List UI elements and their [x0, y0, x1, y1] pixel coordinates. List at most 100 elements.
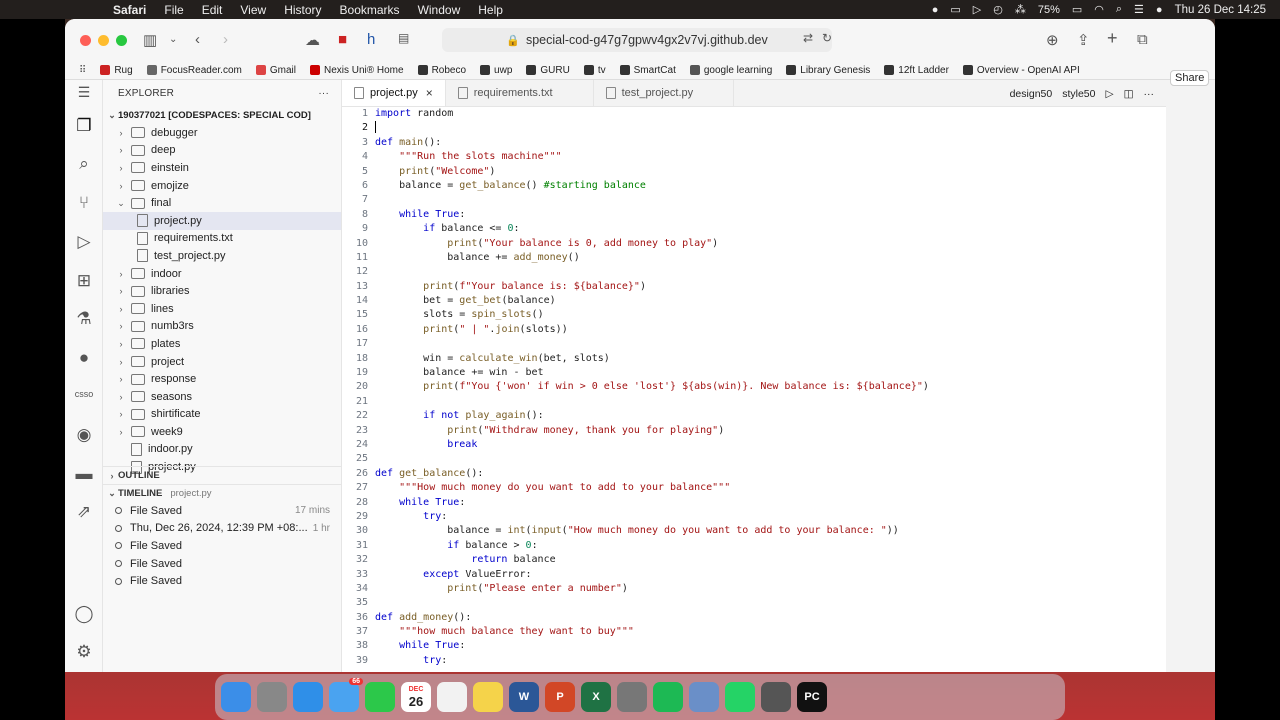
zoom-window-button[interactable]	[116, 34, 127, 46]
folder-item[interactable]: › shirtificate	[103, 406, 341, 424]
more-editor-actions-icon[interactable]: ···	[1144, 88, 1155, 100]
play-icon[interactable]: ▷	[973, 3, 981, 16]
code-line[interactable]: 25	[342, 452, 1166, 466]
code-line[interactable]: 35	[342, 596, 1166, 610]
dock-preview-icon[interactable]	[689, 682, 719, 712]
run-file-icon[interactable]: ▷	[1106, 88, 1114, 100]
dock-powerpoint-icon[interactable]: P	[545, 682, 575, 712]
dock-facetime-icon[interactable]	[365, 682, 395, 712]
testing-icon[interactable]: ⚗	[65, 309, 103, 329]
record-icon[interactable]: ●	[932, 4, 939, 16]
code-line[interactable]: 13 print(f"Your balance is: ${balance}")	[342, 280, 1166, 294]
dock-whatsapp-icon[interactable]	[725, 682, 755, 712]
dock-finder-icon[interactable]	[221, 682, 251, 712]
code-line[interactable]: 39 try:	[342, 654, 1166, 668]
settings-icon[interactable]: ⚙	[65, 642, 103, 662]
translate-icon[interactable]: ⇄	[803, 31, 813, 45]
code-line[interactable]: 21	[342, 395, 1166, 409]
folder-item[interactable]: ⌄ final	[103, 194, 341, 212]
code-line[interactable]: 4 """Run the slots machine"""	[342, 150, 1166, 164]
code-line[interactable]: 28 while True:	[342, 496, 1166, 510]
timeline-entry[interactable]: File Saved	[103, 572, 342, 590]
code-line[interactable]: 9 if balance <= 0:	[342, 222, 1166, 236]
search-icon[interactable]: ⌕	[65, 154, 103, 174]
csso-icon[interactable]: csso	[65, 389, 103, 399]
code-line[interactable]: 17	[342, 337, 1166, 351]
dock-iphone-mirroring-icon[interactable]	[761, 682, 791, 712]
timeline-entry[interactable]: File Saved	[103, 537, 342, 555]
split-editor-icon[interactable]: ◫	[1124, 88, 1134, 100]
file-item[interactable]: test_project.py	[103, 247, 341, 265]
share-button[interactable]: Share	[1170, 70, 1210, 86]
folder-item[interactable]: › debugger	[103, 124, 341, 142]
folder-item[interactable]: › project	[103, 353, 341, 371]
code-line[interactable]: 36 def add_money():	[342, 611, 1166, 625]
remote-icon[interactable]: ⇗	[65, 502, 103, 522]
folder-item[interactable]: › numb3rs	[103, 318, 341, 336]
design50-button[interactable]: design50	[1010, 88, 1053, 100]
menu-icon[interactable]: ☰	[65, 84, 103, 101]
grip-icon[interactable]: ⁂	[1015, 3, 1026, 16]
bookmarks-grid-icon[interactable]: ⠿	[79, 65, 86, 76]
bookmark-item[interactable]: Nexis Uni® Home	[309, 65, 404, 76]
menu-file[interactable]: File	[155, 3, 192, 17]
code-line[interactable]: 12	[342, 265, 1166, 279]
folder-item[interactable]: › seasons	[103, 388, 341, 406]
mendeley-icon[interactable]: ■	[338, 31, 347, 48]
code-line[interactable]: 16 print(" | ".join(slots))	[342, 323, 1166, 337]
code-line[interactable]: 24 break	[342, 438, 1166, 452]
battery-icon[interactable]: ▭	[1072, 3, 1082, 16]
control-center-icon[interactable]: ☰	[1134, 3, 1144, 16]
folder-item[interactable]: › plates	[103, 335, 341, 353]
timeline-entry[interactable]: File Saved 17 mins	[103, 502, 342, 520]
code-line[interactable]: 38 while True:	[342, 639, 1166, 653]
dock-settings-icon[interactable]	[617, 682, 647, 712]
bookmark-item[interactable]: SmartCat	[619, 65, 676, 76]
file-item[interactable]: indoor.py	[103, 441, 341, 459]
code-line[interactable]: 23 print("Withdraw money, thank you for …	[342, 424, 1166, 438]
style50-button[interactable]: style50	[1062, 88, 1095, 100]
bookmark-item[interactable]: FocusReader.com	[146, 65, 242, 76]
bookmark-item[interactable]: GURU	[526, 65, 570, 76]
address-bar[interactable]: 🔒 special-cod-g47g7gpwv4gx2v7vj.github.d…	[442, 28, 832, 52]
code-line[interactable]: 18 win = calculate_win(bet, slots)	[342, 352, 1166, 366]
account-icon[interactable]: ◯	[65, 604, 103, 624]
back-icon[interactable]: ‹	[195, 31, 200, 48]
code-line[interactable]: 14 bet = get_bet(balance)	[342, 294, 1166, 308]
run-debug-icon[interactable]: ▷	[65, 232, 103, 252]
dock-notes-icon[interactable]	[473, 682, 503, 712]
menu-app-name[interactable]: Safari	[104, 3, 155, 17]
folder-item[interactable]: › indoor	[103, 265, 341, 283]
bookmark-item[interactable]: google learning	[689, 65, 772, 76]
bookmark-item[interactable]: 12ft Ladder	[884, 65, 949, 76]
hypothesis-icon[interactable]: h	[367, 31, 375, 48]
folder-item[interactable]: › emojize	[103, 177, 341, 195]
code-line[interactable]: 5 print("Welcome")	[342, 165, 1166, 179]
display-icon[interactable]: ▭	[950, 3, 960, 16]
downloads-icon[interactable]: ⊕	[1046, 31, 1059, 49]
menu-bookmarks[interactable]: Bookmarks	[331, 3, 409, 17]
timeline-section[interactable]: ⌄ TIMELINE project.py	[103, 484, 342, 502]
dock-calendar-icon[interactable]: DEC 26	[401, 682, 431, 712]
code-editor[interactable]: 1 import random 2 3 def main(): 4 """Run the …	[342, 107, 1166, 672]
dock-mail-icon[interactable]: 66	[329, 678, 363, 712]
menu-help[interactable]: Help	[469, 3, 512, 17]
code-line[interactable]: 11 balance += add_money()	[342, 251, 1166, 265]
extensions-icon[interactable]: ⊞	[65, 271, 103, 291]
code-line[interactable]: 8 while True:	[342, 208, 1166, 222]
code-line[interactable]: 3 def main():	[342, 136, 1166, 150]
bookmark-item[interactable]: Gmail	[255, 65, 296, 76]
more-actions-icon[interactable]: ···	[318, 88, 329, 99]
tab-overview-icon[interactable]: ⧉	[1137, 31, 1148, 48]
bookmark-item[interactable]: Overview - OpenAI API	[962, 65, 1080, 76]
code-line[interactable]: 27 """How much money do you want to add …	[342, 481, 1166, 495]
files-icon[interactable]: ❐	[65, 116, 103, 136]
file-item[interactable]: requirements.txt	[103, 230, 341, 248]
code-line[interactable]: 26 def get_balance():	[342, 467, 1166, 481]
dock-pycharm-icon[interactable]: PC	[797, 682, 827, 712]
tab-project-py[interactable]: project.py ×	[342, 80, 446, 106]
reader-icon[interactable]: ▤	[398, 31, 409, 45]
menu-edit[interactable]: Edit	[193, 3, 232, 17]
menu-history[interactable]: History	[275, 3, 330, 17]
folder-item[interactable]: › deep	[103, 142, 341, 160]
